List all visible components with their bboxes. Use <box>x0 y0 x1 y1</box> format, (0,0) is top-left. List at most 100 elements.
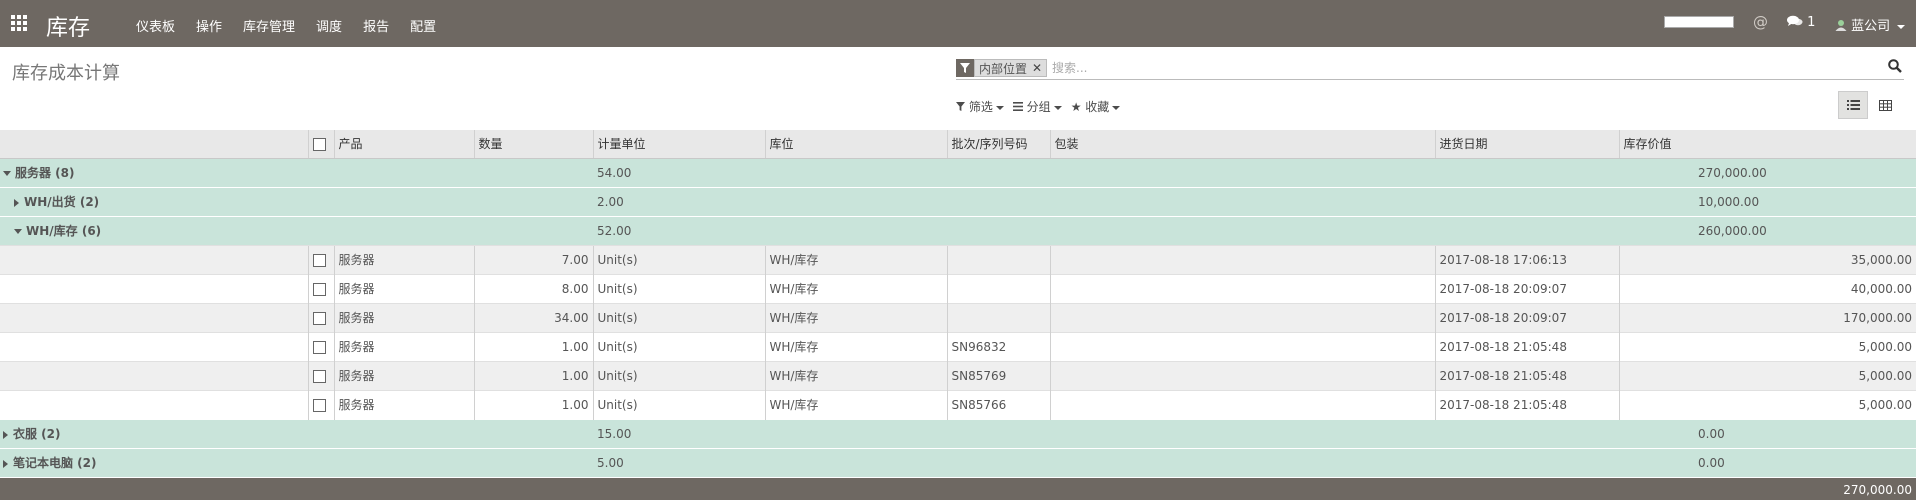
menu-item-inventory-control[interactable]: 库存管理 <box>243 16 295 35</box>
cell-uom: Unit(s) <box>592 331 765 361</box>
row-checkbox[interactable] <box>312 311 326 325</box>
caret-right-icon <box>3 430 8 439</box>
cell-value: 5,000.00 <box>1618 360 1916 390</box>
column-header[interactable]: 数量 <box>473 130 593 159</box>
cell-package <box>1049 244 1435 274</box>
group-row[interactable]: WH/出货 (2) 2.00 10,000.00 <box>0 186 1916 216</box>
cell-value: 40,000.00 <box>1618 273 1916 303</box>
row-checkbox[interactable] <box>312 398 326 412</box>
cell-value: 5,000.00 <box>1618 331 1916 361</box>
groupby-dropdown[interactable]: 分组 <box>1012 98 1062 115</box>
column-header[interactable]: 库位 <box>764 130 947 159</box>
cell-package <box>1049 389 1435 419</box>
cell-lot <box>946 244 1050 274</box>
cell-qty: 1.00 <box>473 331 593 361</box>
group-value: 0.00 <box>1698 426 1725 441</box>
apps-menu-icon[interactable] <box>11 15 29 31</box>
group-aggregates: 2.00 10,000.00 <box>593 186 1916 216</box>
chat-count: 1 <box>1807 15 1816 30</box>
row-checkbox[interactable] <box>312 282 326 296</box>
table-row[interactable]: 服务器 1.00 Unit(s) WH/库存 SN96832 2017-08-1… <box>0 331 1916 361</box>
cell-value: 170,000.00 <box>1618 302 1916 332</box>
column-header[interactable]: 产品 <box>333 130 474 159</box>
group-name: 笔记本电脑 (2) <box>0 447 593 477</box>
chat-menu[interactable]: 1 <box>1787 15 1815 30</box>
row-select <box>307 302 334 332</box>
caret-right-icon <box>3 459 8 468</box>
cell-product: 服务器 <box>333 273 474 303</box>
facet-value: 内部位置 ✕ <box>974 59 1048 77</box>
list-icon <box>1846 100 1860 110</box>
row-select <box>307 331 334 361</box>
header-select-all <box>307 130 334 159</box>
user-menu[interactable]: 蓝公司 <box>1835 15 1906 34</box>
group-name: WH/出货 (2) <box>0 186 593 216</box>
group-row[interactable]: 衣服 (2) 15.00 0.00 <box>0 418 1916 448</box>
cell-uom: Unit(s) <box>592 389 765 419</box>
group-value: 10,000.00 <box>1698 194 1760 209</box>
app-brand[interactable]: 库存 <box>46 10 90 42</box>
search-facet[interactable]: 内部位置 ✕ <box>956 59 1048 77</box>
row-select <box>307 389 334 419</box>
search-icon[interactable] <box>1888 59 1902 73</box>
cell-package <box>1049 302 1435 332</box>
cell-uom: Unit(s) <box>592 273 765 303</box>
header-spacer <box>0 130 308 159</box>
cell-product: 服务器 <box>333 331 474 361</box>
menu-item-operations[interactable]: 操作 <box>196 16 222 35</box>
cell-package <box>1049 273 1435 303</box>
menu-item-reports[interactable]: 报告 <box>363 16 389 35</box>
group-row[interactable]: 服务器 (8) 54.00 270,000.00 <box>0 157 1916 187</box>
cell-location: WH/库存 <box>764 302 947 332</box>
caret-down-icon <box>14 229 22 234</box>
table-row[interactable]: 服务器 34.00 Unit(s) WH/库存 2017-08-18 20:09… <box>0 302 1916 332</box>
at-icon[interactable]: @ <box>1753 13 1768 31</box>
main-menu: 仪表板 操作 库存管理 调度 报告 配置 <box>136 16 457 35</box>
select-all-checkbox[interactable] <box>312 137 326 151</box>
column-header[interactable]: 库存价值 <box>1618 130 1916 159</box>
groupby-label: 分组 <box>1026 100 1051 114</box>
group-aggregates: 52.00 260,000.00 <box>593 215 1916 245</box>
group-label: 笔记本电脑 (2) <box>13 456 97 471</box>
column-header[interactable]: 计量单位 <box>592 130 765 159</box>
cell-package <box>1049 360 1435 390</box>
row-spacer <box>0 244 308 274</box>
remove-facet-icon[interactable]: ✕ <box>1032 61 1042 75</box>
table-row[interactable]: 服务器 7.00 Unit(s) WH/库存 2017-08-18 17:06:… <box>0 244 1916 274</box>
cell-location: WH/库存 <box>764 360 947 390</box>
cell-product: 服务器 <box>333 244 474 274</box>
group-row[interactable]: WH/库存 (6) 52.00 260,000.00 <box>0 215 1916 245</box>
search-input[interactable] <box>1052 59 1872 77</box>
group-qty: 52.00 <box>597 223 632 238</box>
row-checkbox[interactable] <box>312 253 326 267</box>
row-spacer <box>0 389 308 419</box>
cell-date: 2017-08-18 21:05:48 <box>1434 389 1619 419</box>
filter-icon <box>956 102 965 111</box>
chevron-down-icon <box>1053 105 1062 110</box>
cell-lot <box>946 302 1050 332</box>
group-row[interactable]: 笔记本电脑 (2) 5.00 0.00 <box>0 447 1916 477</box>
cell-package <box>1049 331 1435 361</box>
pivot-view-button[interactable] <box>1870 91 1900 119</box>
column-header[interactable]: 包装 <box>1049 130 1435 159</box>
column-header[interactable]: 进货日期 <box>1434 130 1619 159</box>
favorites-dropdown[interactable]: ★ 收藏 <box>1071 98 1121 115</box>
column-header[interactable]: 批次/序列号码 <box>946 130 1050 159</box>
table-row[interactable]: 服务器 1.00 Unit(s) WH/库存 SN85766 2017-08-1… <box>0 389 1916 419</box>
row-checkbox[interactable] <box>312 369 326 383</box>
caret-down-icon <box>3 171 11 176</box>
table-row[interactable]: 服务器 8.00 Unit(s) WH/库存 2017-08-18 20:09:… <box>0 273 1916 303</box>
row-checkbox[interactable] <box>312 340 326 354</box>
row-spacer <box>0 273 308 303</box>
group-qty: 15.00 <box>597 426 632 441</box>
menu-item-configuration[interactable]: 配置 <box>410 16 436 35</box>
cell-location: WH/库存 <box>764 331 947 361</box>
list-view-button[interactable] <box>1838 91 1868 119</box>
group-name: 服务器 (8) <box>0 157 593 187</box>
menu-item-scheduling[interactable]: 调度 <box>316 16 342 35</box>
progress-indicator <box>1664 16 1734 28</box>
menu-item-dashboard[interactable]: 仪表板 <box>136 16 175 35</box>
filters-dropdown[interactable]: 筛选 <box>956 98 1004 115</box>
table-row[interactable]: 服务器 1.00 Unit(s) WH/库存 SN85769 2017-08-1… <box>0 360 1916 390</box>
row-select <box>307 244 334 274</box>
